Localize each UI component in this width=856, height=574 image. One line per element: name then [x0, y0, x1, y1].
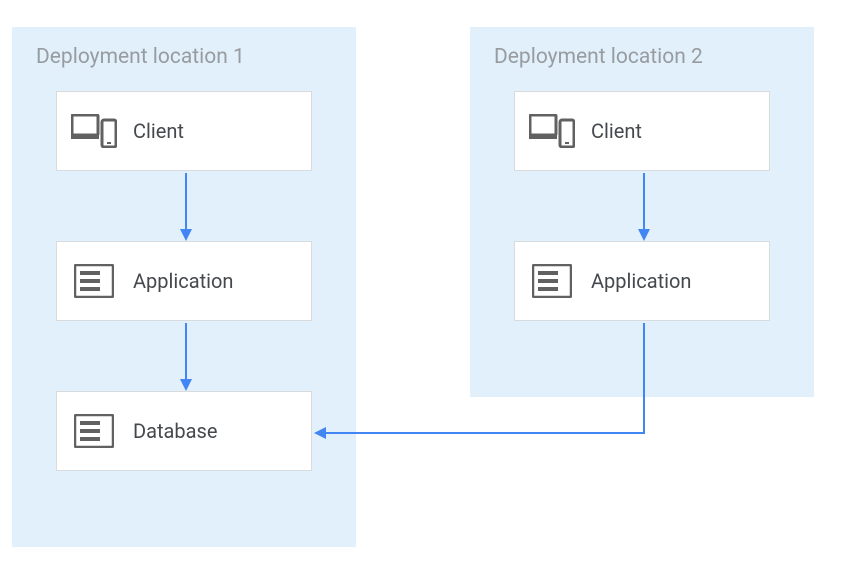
application-2-label: Application	[591, 269, 691, 293]
devices-icon	[529, 111, 575, 151]
client-node-1: Client	[56, 91, 312, 171]
server-icon	[71, 261, 117, 301]
database-node: Database	[56, 391, 312, 471]
server-icon	[529, 261, 575, 301]
database-label: Database	[133, 419, 217, 443]
client-2-label: Client	[591, 119, 642, 143]
devices-icon	[71, 111, 117, 151]
client-1-label: Client	[133, 119, 184, 143]
server-icon	[71, 411, 117, 451]
deployment-region-1: Deployment location 1 Client Application	[12, 27, 356, 547]
application-1-label: Application	[133, 269, 233, 293]
application-node-2: Application	[514, 241, 770, 321]
application-node-1: Application	[56, 241, 312, 321]
deployment-region-2: Deployment location 2 Client Application	[470, 27, 814, 397]
client-node-2: Client	[514, 91, 770, 171]
region-1-title: Deployment location 1	[36, 45, 332, 69]
region-2-title: Deployment location 2	[494, 45, 790, 69]
